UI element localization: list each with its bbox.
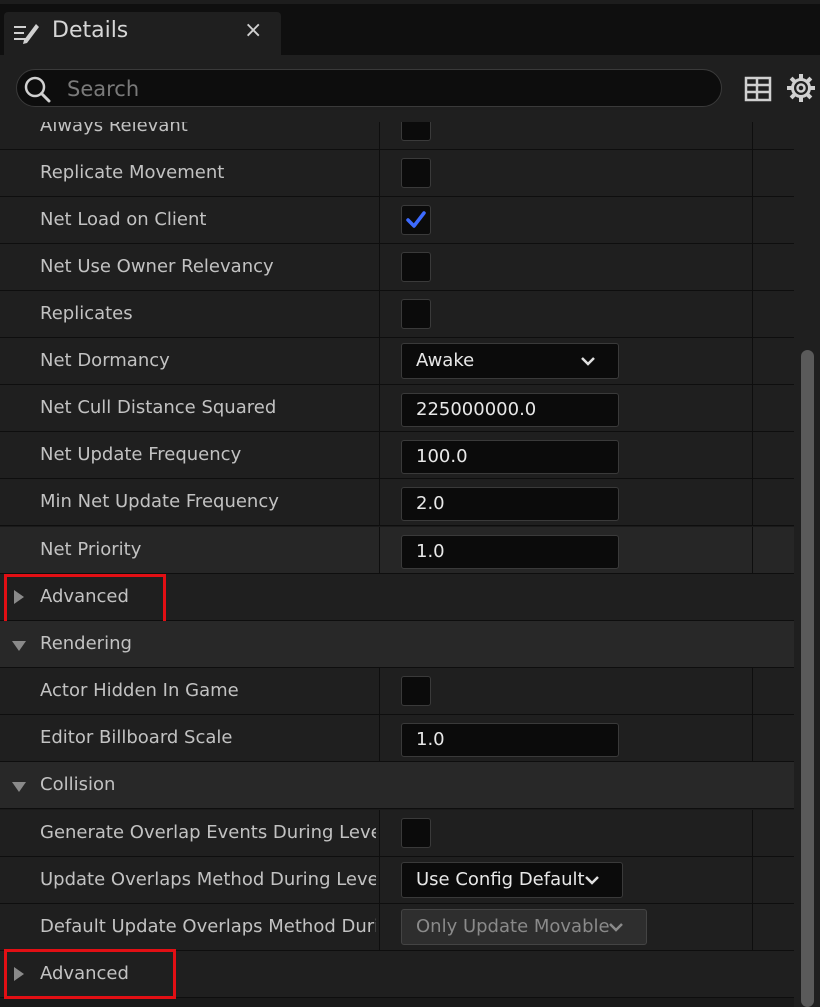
min-net-update-frequency-input[interactable]: 2.0	[401, 487, 619, 521]
highlight-box	[4, 949, 176, 999]
property-label: Default Update Overlaps Method Duri…	[40, 916, 376, 937]
generate-overlap-events-checkbox[interactable]	[401, 818, 431, 848]
property-row-replicate-movement: Replicate Movement	[0, 150, 794, 197]
title-bar: Details ×	[0, 0, 820, 55]
details-tab[interactable]: Details ×	[4, 12, 281, 55]
property-label: Always Relevant	[40, 122, 188, 136]
property-row-net-priority: Net Priority 1.0	[0, 527, 794, 574]
property-label: Replicate Movement	[40, 162, 225, 183]
replicates-checkbox[interactable]	[401, 299, 431, 329]
update-overlaps-method-dropdown[interactable]: Use Config Default	[401, 862, 623, 898]
property-label: Net Use Owner Relevancy	[40, 256, 274, 277]
property-row-actor-hidden-in-game: Actor Hidden In Game	[0, 668, 794, 715]
property-row-net-load-on-client: Net Load on Client	[0, 197, 794, 244]
dropdown-value: Use Config Default	[416, 869, 585, 890]
property-label: Min Net Update Frequency	[40, 491, 279, 512]
actor-hidden-in-game-checkbox[interactable]	[401, 676, 431, 706]
property-row-min-net-update-frequency: Min Net Update Frequency 2.0	[0, 479, 794, 526]
editor-billboard-scale-input[interactable]: 1.0	[401, 723, 619, 757]
category-header-collision[interactable]: Collision	[0, 762, 794, 809]
scrollbar-thumb[interactable]	[801, 350, 814, 1007]
tab-title: Details	[52, 18, 129, 43]
checkmark-icon	[406, 211, 426, 228]
property-row-always-relevant: Always Relevant	[0, 122, 794, 150]
property-row-update-overlaps-method: Update Overlaps Method During Leve… Use …	[0, 857, 794, 904]
search-bar	[0, 55, 820, 122]
details-pencil-icon	[14, 24, 39, 44]
property-label: Net Cull Distance Squared	[40, 397, 277, 418]
dropdown-value: Awake	[416, 350, 475, 371]
property-row-default-update-overlaps-method: Default Update Overlaps Method Duri… Onl…	[0, 904, 794, 951]
net-cull-distance-squared-input[interactable]: 225000000.0	[401, 393, 619, 427]
top-border	[0, 0, 820, 4]
triangle-down-icon	[12, 641, 26, 651]
settings-gear-icon[interactable]	[786, 73, 816, 103]
property-label: Replicates	[40, 303, 133, 324]
property-row-net-dormancy: Net Dormancy Awake	[0, 338, 794, 385]
chevron-down-icon	[581, 357, 595, 366]
net-load-on-client-checkbox[interactable]	[401, 205, 431, 235]
property-label: Update Overlaps Method During Leve…	[40, 869, 376, 890]
category-label: Rendering	[40, 633, 132, 654]
close-icon[interactable]: ×	[244, 18, 262, 43]
always-relevant-checkbox[interactable]	[401, 122, 431, 141]
net-dormancy-dropdown[interactable]: Awake	[401, 343, 619, 379]
property-row-editor-billboard-scale: Editor Billboard Scale 1.0	[0, 715, 794, 762]
property-row-net-update-frequency: Net Update Frequency 100.0	[0, 432, 794, 479]
default-update-overlaps-method-dropdown: Only Update Movable	[401, 909, 647, 945]
net-update-frequency-input[interactable]: 100.0	[401, 440, 619, 474]
property-label: Actor Hidden In Game	[40, 680, 239, 701]
triangle-down-icon	[12, 782, 26, 792]
category-header-rendering[interactable]: Rendering	[0, 621, 794, 668]
search-icon	[24, 76, 51, 103]
property-label: Net Dormancy	[40, 350, 170, 371]
net-priority-input[interactable]: 1.0	[401, 535, 619, 569]
property-row-generate-overlap-events: Generate Overlap Events During Level…	[0, 810, 794, 857]
dropdown-value: Only Update Movable	[416, 916, 610, 937]
property-row-net-cull-distance-squared: Net Cull Distance Squared 225000000.0	[0, 385, 794, 432]
search-input[interactable]	[65, 73, 709, 105]
property-row-replicates: Replicates	[0, 291, 794, 338]
chevron-down-icon	[585, 876, 599, 885]
property-label: Generate Overlap Events During Level…	[40, 822, 376, 843]
replicate-movement-checkbox[interactable]	[401, 158, 431, 188]
property-matrix-icon[interactable]	[744, 75, 772, 103]
property-label: Net Update Frequency	[40, 444, 242, 465]
property-label: Editor Billboard Scale	[40, 727, 233, 748]
chevron-down-icon	[609, 923, 623, 932]
property-label: Net Load on Client	[40, 209, 207, 230]
property-row-net-use-owner-relevancy: Net Use Owner Relevancy	[0, 244, 794, 291]
search-box[interactable]	[16, 69, 722, 107]
details-panel: Always Relevant Replicate Movement Net L…	[0, 122, 794, 1007]
category-label: Collision	[40, 774, 116, 795]
property-label: Net Priority	[40, 539, 142, 560]
highlight-box	[4, 574, 166, 624]
net-use-owner-relevancy-checkbox[interactable]	[401, 252, 431, 282]
